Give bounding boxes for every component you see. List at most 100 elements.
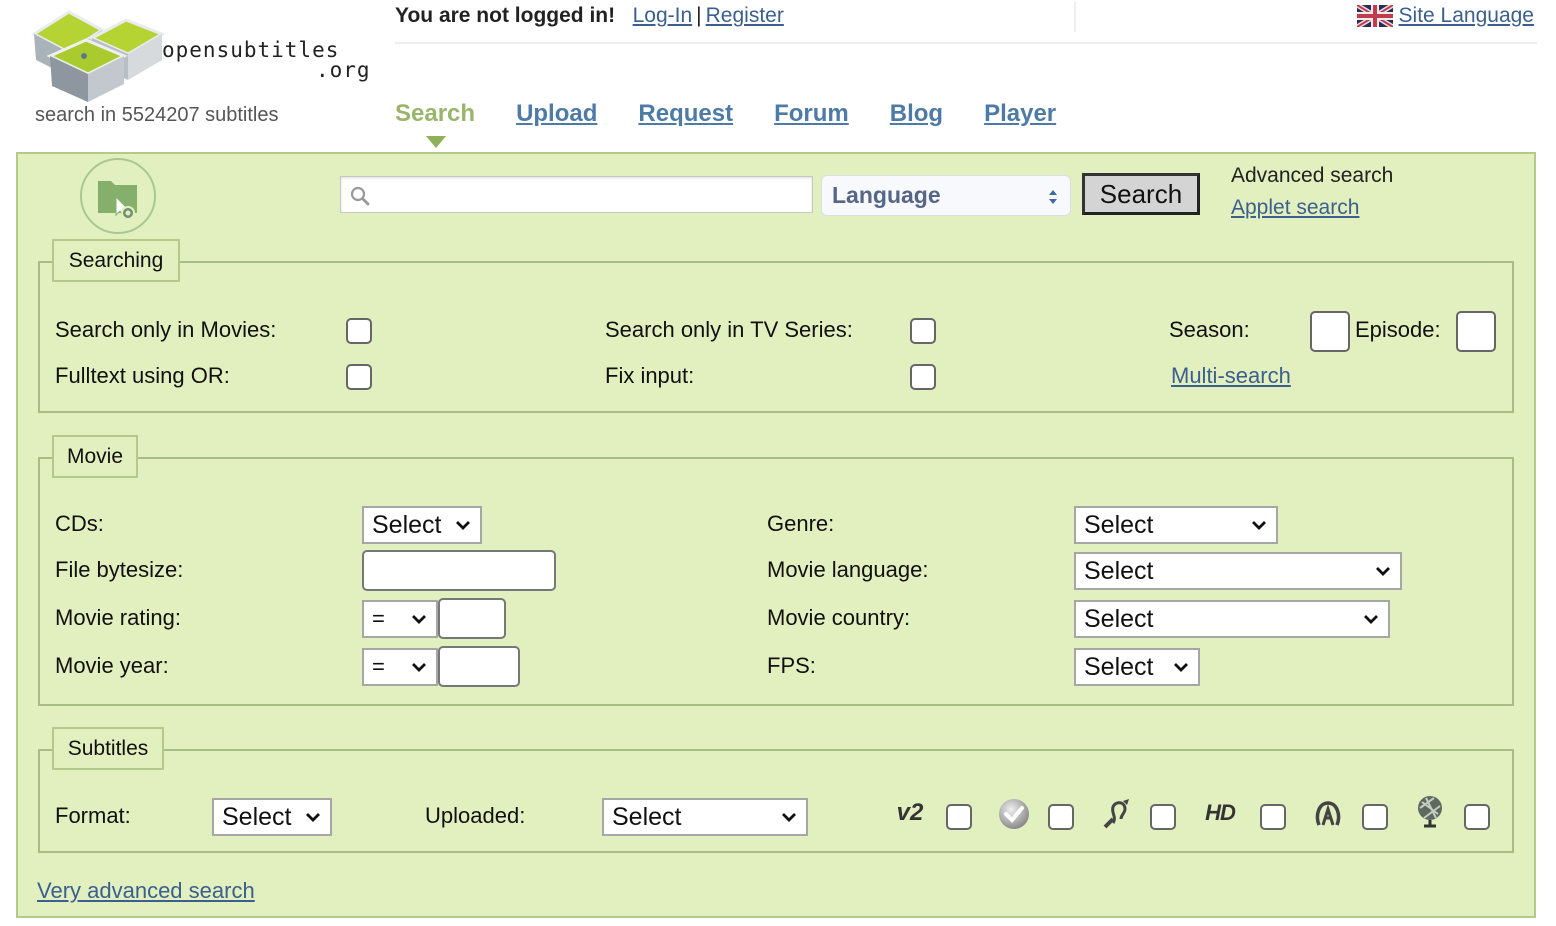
main-nav: Search Upload Request Forum Blog Player xyxy=(395,100,1097,148)
format-label: Format: xyxy=(55,803,131,828)
movie-country-select[interactable]: Select xyxy=(1074,600,1390,638)
login-bar: You are not logged in! Log-In | Register xyxy=(395,4,784,28)
uploaded-select-value: Select xyxy=(612,802,682,831)
fulltext-or-checkbox[interactable] xyxy=(346,364,372,390)
fps-select[interactable]: Select xyxy=(1074,648,1200,686)
uk-flag-icon xyxy=(1355,2,1394,30)
genre-select[interactable]: Select xyxy=(1074,506,1278,544)
cds-label: CDs: xyxy=(55,511,104,536)
very-advanced-search-link[interactable]: Very advanced search xyxy=(37,878,255,904)
auto-translation-checkbox[interactable] xyxy=(1362,804,1388,830)
multi-search-link[interactable]: Multi-search xyxy=(1171,363,1291,389)
nav-blog[interactable]: Blog xyxy=(890,100,943,128)
chevron-down-icon xyxy=(1252,521,1266,530)
hearing-impaired-checkbox[interactable] xyxy=(1150,804,1176,830)
language-select[interactable]: Language xyxy=(821,175,1071,216)
format-select-value: Select xyxy=(222,802,292,831)
only-movies-label: Search only in Movies: xyxy=(55,317,277,342)
foreign-parts-checkbox[interactable] xyxy=(1464,804,1490,830)
search-button[interactable]: Search xyxy=(1082,173,1200,215)
subtitle-count-tagline: search in 5524207 subtitles xyxy=(35,104,279,126)
select-updown-icon xyxy=(1049,190,1057,204)
year-operator-select[interactable]: = xyxy=(362,648,438,686)
applet-search-link[interactable]: Applet search xyxy=(1231,196,1359,220)
login-link[interactable]: Log-In xyxy=(633,4,693,27)
nav-request[interactable]: Request xyxy=(638,100,733,128)
nav-player[interactable]: Player xyxy=(984,100,1056,128)
logo-domain: .org xyxy=(316,58,371,82)
link-separator: | xyxy=(696,4,702,27)
hd-checkbox[interactable] xyxy=(1260,804,1286,830)
rating-operator-select[interactable]: = xyxy=(362,600,438,638)
format-select[interactable]: Select xyxy=(212,798,332,836)
rating-input[interactable] xyxy=(438,598,506,639)
bytesize-label: File bytesize: xyxy=(55,557,184,582)
fps-select-value: Select xyxy=(1084,652,1154,681)
episode-input[interactable] xyxy=(1456,311,1496,352)
header-rule xyxy=(395,42,1537,44)
cds-select[interactable]: Select xyxy=(362,506,482,544)
chevron-down-icon xyxy=(1364,615,1378,624)
episode-label: Episode: xyxy=(1355,317,1441,342)
search-query-field[interactable] xyxy=(340,176,813,213)
v2-icon: v2 xyxy=(896,799,924,826)
season-label: Season: xyxy=(1169,317,1250,342)
chevron-down-icon xyxy=(1376,567,1390,576)
chevron-down-icon xyxy=(306,813,320,822)
year-operator-value: = xyxy=(372,654,385,679)
searching-legend: Searching xyxy=(52,239,180,282)
chevron-down-icon xyxy=(1174,663,1188,672)
season-input[interactable] xyxy=(1310,311,1350,352)
fix-input-checkbox[interactable] xyxy=(910,364,936,390)
year-label: Movie year: xyxy=(55,653,169,678)
register-link[interactable]: Register xyxy=(706,4,784,27)
chevron-down-icon xyxy=(412,615,426,624)
site-logo[interactable]: opensubtitles .org xyxy=(24,4,374,104)
only-tv-checkbox[interactable] xyxy=(910,318,936,344)
uploaded-select[interactable]: Select xyxy=(602,798,808,836)
rating-operator-value: = xyxy=(372,606,385,631)
movie-language-value: Select xyxy=(1084,556,1154,585)
fps-label: FPS: xyxy=(767,653,816,678)
site-language[interactable]: Site Language xyxy=(1355,2,1534,30)
cds-select-value: Select xyxy=(372,510,442,539)
nav-search-label: Search xyxy=(395,100,476,127)
chevron-down-icon xyxy=(782,813,796,822)
search-query-input[interactable] xyxy=(341,177,812,212)
movie-legend: Movie xyxy=(52,435,138,478)
movie-country-value: Select xyxy=(1084,604,1154,633)
hd-icon: HD xyxy=(1205,800,1236,825)
fix-input-label: Fix input: xyxy=(605,363,695,388)
trusted-check-icon xyxy=(994,797,1034,831)
chevron-down-icon xyxy=(456,521,470,530)
bytesize-input[interactable] xyxy=(362,550,556,591)
login-status: You are not logged in! xyxy=(395,4,616,27)
movie-language-label: Movie language: xyxy=(767,557,929,582)
trusted-checkbox[interactable] xyxy=(1048,804,1074,830)
only-tv-label: Search only in TV Series: xyxy=(605,317,853,342)
folder-search-icon[interactable] xyxy=(78,157,158,235)
uploaded-label: Uploaded: xyxy=(425,803,526,828)
globe-icon xyxy=(1410,795,1450,829)
only-movies-checkbox[interactable] xyxy=(346,318,372,344)
nav-search[interactable]: Search xyxy=(395,100,476,148)
movie-language-select[interactable]: Select xyxy=(1074,552,1402,590)
hearing-impaired-icon xyxy=(1096,797,1136,831)
year-input[interactable] xyxy=(438,646,520,687)
nav-upload[interactable]: Upload xyxy=(516,100,597,128)
v2-checkbox[interactable] xyxy=(946,804,972,830)
header-divider xyxy=(1074,2,1076,32)
chevron-down-icon xyxy=(412,663,426,672)
search-icon xyxy=(350,186,370,206)
fulltext-or-label: Fulltext using OR: xyxy=(55,363,230,388)
subtitles-legend: Subtitles xyxy=(52,727,164,770)
language-select-value: Language xyxy=(832,182,941,208)
rating-label: Movie rating: xyxy=(55,605,181,630)
genre-label: Genre: xyxy=(767,511,835,536)
site-language-link[interactable]: Site Language xyxy=(1399,4,1534,28)
logo-text: opensubtitles xyxy=(162,38,340,62)
auto-translation-icon xyxy=(1308,797,1348,831)
nav-forum[interactable]: Forum xyxy=(774,100,849,128)
active-caret-icon xyxy=(426,136,446,148)
advanced-search-label: Advanced search xyxy=(1231,164,1394,187)
